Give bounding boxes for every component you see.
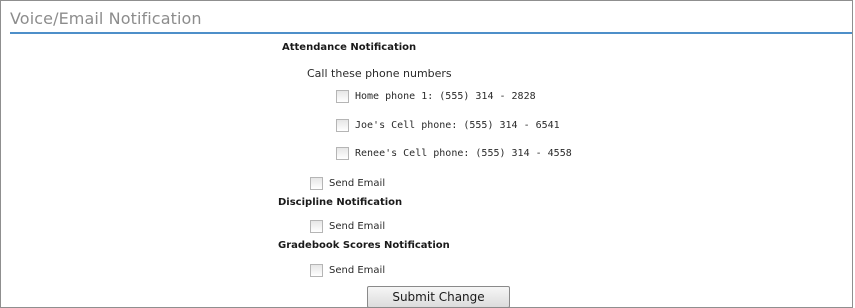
phone-option-home[interactable]: Home phone 1: (555) 314 - 2828 [336, 90, 536, 103]
voice-email-notification-panel: Voice/Email Notification Attendance Noti… [0, 0, 853, 308]
attendance-heading: Attendance Notification [282, 42, 417, 53]
discipline-send-email-option[interactable]: Send Email [310, 220, 385, 233]
renee-cell-phone-label: Renee's Cell phone: (555) 314 - 4558 [355, 148, 572, 159]
renee-cell-phone-checkbox[interactable] [336, 147, 349, 160]
gradebook-send-email-label: Send Email [329, 265, 386, 276]
phone-option-renee-cell[interactable]: Renee's Cell phone: (555) 314 - 4558 [336, 147, 572, 160]
call-phone-numbers-label: Call these phone numbers [307, 67, 452, 80]
home-phone-checkbox[interactable] [336, 90, 349, 103]
home-phone-label: Home phone 1: (555) 314 - 2828 [355, 91, 536, 102]
gradebook-heading: Gradebook Scores Notification [278, 240, 450, 251]
panel-title: Voice/Email Notification [10, 9, 202, 28]
gradebook-send-email-checkbox[interactable] [310, 264, 323, 277]
joe-cell-phone-label: Joe's Cell phone: (555) 314 - 6541 [355, 120, 560, 131]
discipline-send-email-checkbox[interactable] [310, 220, 323, 233]
gradebook-send-email-option[interactable]: Send Email [310, 264, 385, 277]
discipline-heading: Discipline Notification [278, 197, 403, 208]
phone-option-joe-cell[interactable]: Joe's Cell phone: (555) 314 - 6541 [336, 119, 560, 132]
joe-cell-phone-checkbox[interactable] [336, 119, 349, 132]
attendance-send-email-label: Send Email [329, 178, 386, 189]
attendance-send-email-option[interactable]: Send Email [310, 177, 385, 190]
title-divider [10, 32, 852, 34]
submit-change-button[interactable]: Submit Change [367, 286, 510, 308]
discipline-send-email-label: Send Email [329, 221, 386, 232]
attendance-send-email-checkbox[interactable] [310, 177, 323, 190]
